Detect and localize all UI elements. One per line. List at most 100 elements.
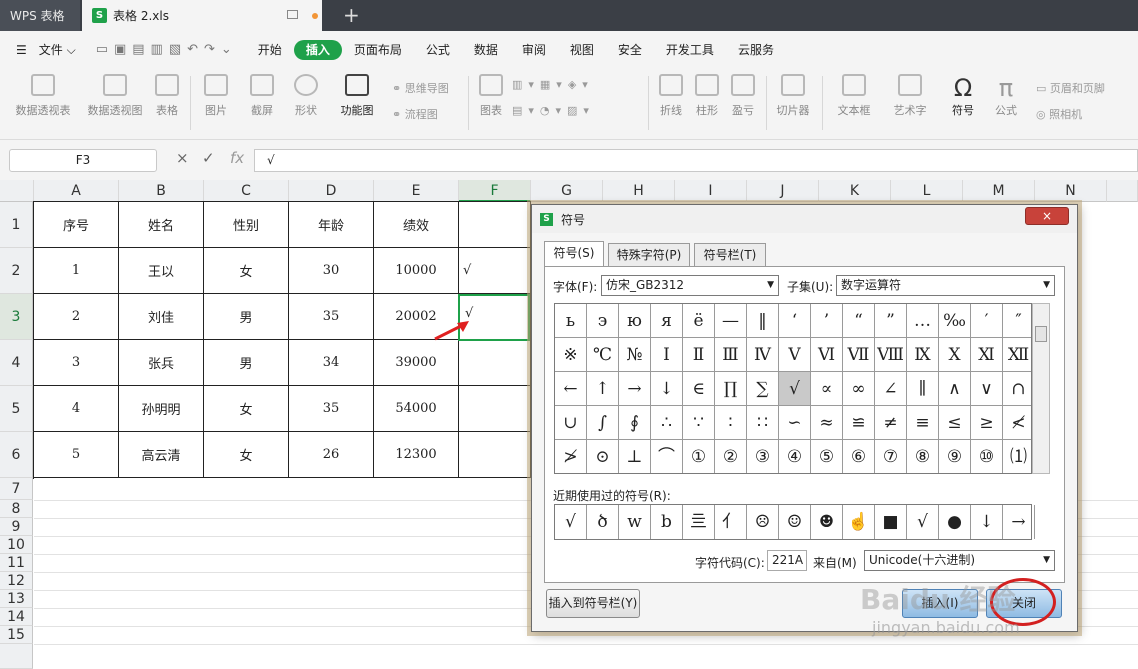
symbol-cell[interactable]: ④ bbox=[779, 440, 811, 473]
textbox-button[interactable]: 文本框 bbox=[830, 74, 878, 118]
table-cell[interactable]: 张兵 bbox=[119, 340, 204, 386]
symbol-cell[interactable]: ′ bbox=[971, 304, 1003, 338]
table-cell[interactable]: 男 bbox=[204, 294, 289, 340]
tab-wps-home[interactable]: WPS 表格 bbox=[0, 0, 80, 31]
table-cell[interactable]: 孙明明 bbox=[119, 386, 204, 432]
formula-button[interactable]: π 公式 bbox=[988, 74, 1024, 118]
recent-symbol-cell[interactable]: ☹ bbox=[747, 505, 779, 539]
column-header[interactable]: J bbox=[747, 180, 819, 202]
row-header[interactable]: 2 bbox=[0, 248, 33, 294]
pivot-chart-button[interactable]: 数据透视图 bbox=[82, 74, 148, 118]
symbol-cell[interactable]: Ⅺ bbox=[971, 338, 1003, 372]
select-all-corner[interactable] bbox=[0, 180, 34, 202]
table-cell[interactable]: 4 bbox=[34, 386, 119, 432]
symbol-cell[interactable]: → bbox=[619, 372, 651, 406]
symbol-cell[interactable]: ⑥ bbox=[843, 440, 875, 473]
hamburger-icon[interactable]: ☰ bbox=[0, 40, 39, 60]
symbol-cell[interactable]: ⑩ bbox=[971, 440, 1003, 473]
menu-page-layout[interactable]: 页面布局 bbox=[342, 40, 414, 60]
symbol-cell[interactable]: я bbox=[651, 304, 683, 338]
symbol-cell[interactable]: ③ bbox=[747, 440, 779, 473]
recent-symbol-cell[interactable]: ● bbox=[939, 505, 971, 539]
name-box[interactable]: F3 bbox=[9, 149, 157, 172]
table-cell[interactable]: 男 bbox=[204, 340, 289, 386]
symbol-cell[interactable]: ∶ bbox=[715, 406, 747, 440]
column-header[interactable]: B bbox=[119, 180, 204, 202]
recent-symbol-cell[interactable]: √ bbox=[555, 505, 587, 539]
column-header[interactable]: N bbox=[1035, 180, 1107, 202]
table-header-cell[interactable]: 性别 bbox=[204, 202, 289, 248]
symbol-cell[interactable]: Ⅻ bbox=[1003, 338, 1031, 372]
recent-symbol-cell[interactable]: b bbox=[651, 505, 683, 539]
symbol-cell[interactable]: ∧ bbox=[939, 372, 971, 406]
fx-icon[interactable]: fx bbox=[230, 149, 244, 167]
confirm-icon[interactable]: ✓ bbox=[202, 149, 215, 167]
table-cell[interactable] bbox=[459, 202, 531, 248]
symbol-cell[interactable]: ‰ bbox=[939, 304, 971, 338]
shape-button[interactable]: 形状 bbox=[288, 74, 324, 118]
tab-symbols[interactable]: 符号(S) bbox=[544, 241, 604, 267]
symbol-cell[interactable]: ≌ bbox=[843, 406, 875, 440]
symbol-cell[interactable]: Ⅰ bbox=[651, 338, 683, 372]
row-header[interactable]: 5 bbox=[0, 386, 33, 432]
recent-symbol-cell[interactable]: → bbox=[1003, 505, 1035, 539]
chart-type-icons-row2[interactable]: ▤▾◔▾▨▾ bbox=[512, 104, 595, 117]
symbol-cell[interactable]: ↓ bbox=[651, 372, 683, 406]
column-header[interactable]: M bbox=[963, 180, 1035, 202]
symbol-cell[interactable]: √ bbox=[779, 372, 811, 406]
symbol-cell[interactable]: ю bbox=[619, 304, 651, 338]
symbol-cell[interactable]: ⑨ bbox=[939, 440, 971, 473]
monitor-icon[interactable] bbox=[287, 10, 298, 19]
table-cell[interactable]: 3 bbox=[34, 340, 119, 386]
symbol-cell[interactable]: ≠ bbox=[875, 406, 907, 440]
symbol-cell[interactable]: ∞ bbox=[843, 372, 875, 406]
menu-review[interactable]: 审阅 bbox=[510, 40, 558, 60]
symbol-cell[interactable]: ∷ bbox=[747, 406, 779, 440]
row-header[interactable]: 1 bbox=[0, 202, 33, 248]
row-header[interactable]: 11 bbox=[0, 554, 33, 572]
symbol-cell[interactable]: ∵ bbox=[683, 406, 715, 440]
symbol-cell[interactable]: ∥ bbox=[907, 372, 939, 406]
recent-symbol-cell[interactable]: ↓ bbox=[971, 505, 1003, 539]
picture-button[interactable]: 图片 bbox=[198, 74, 234, 118]
sparkline-winloss-button[interactable]: 盈亏 bbox=[728, 74, 758, 118]
table-cell[interactable]: √ bbox=[459, 248, 531, 294]
symbol-cell[interactable]: Ⅱ bbox=[683, 338, 715, 372]
symbol-cell[interactable]: ∠ bbox=[875, 372, 907, 406]
symbol-cell[interactable]: ь bbox=[555, 304, 587, 338]
table-header-cell[interactable]: 姓名 bbox=[119, 202, 204, 248]
symbol-cell[interactable]: ⑦ bbox=[875, 440, 907, 473]
table-cell[interactable]: 1 bbox=[34, 248, 119, 294]
dialog-titlebar[interactable]: S 符号 bbox=[532, 205, 1077, 233]
symbol-cell[interactable]: ← bbox=[555, 372, 587, 406]
symbol-cell[interactable]: ⑤ bbox=[811, 440, 843, 473]
row-header[interactable]: 7 bbox=[0, 478, 33, 500]
menu-insert[interactable]: 插入 bbox=[293, 39, 342, 60]
column-header[interactable]: L bbox=[891, 180, 963, 202]
recent-symbol-cell[interactable]: 亻 bbox=[715, 505, 747, 539]
header-footer-button[interactable]: ▭ 页眉和页脚 bbox=[1036, 80, 1105, 96]
symbol-cell[interactable]: ≮ bbox=[1003, 406, 1031, 440]
symbol-button[interactable]: Ω 符号 bbox=[944, 74, 982, 118]
symbol-cell[interactable]: ∑ bbox=[747, 372, 779, 406]
tab-symbol-bar[interactable]: 符号栏(T) bbox=[694, 243, 766, 266]
symbol-cell[interactable]: — bbox=[715, 304, 747, 338]
sparkline-bar-button[interactable]: 柱形 bbox=[692, 74, 722, 118]
menu-dev-tools[interactable]: 开发工具 bbox=[654, 40, 726, 60]
symbol-cell[interactable]: Ⅷ bbox=[875, 338, 907, 372]
symbol-cell[interactable]: ∮ bbox=[619, 406, 651, 440]
symbol-cell[interactable]: Ⅸ bbox=[907, 338, 939, 372]
mindmap-button[interactable]: ⚭ 思维导图 bbox=[392, 80, 449, 96]
column-header[interactable]: F bbox=[459, 180, 531, 202]
row-header[interactable]: 15 bbox=[0, 626, 33, 644]
subset-select[interactable]: 数字运算符 ▼ bbox=[836, 275, 1055, 296]
new-tab-button[interactable]: + bbox=[343, 4, 360, 26]
symbol-cell[interactable]: ″ bbox=[1003, 304, 1031, 338]
symbol-cell[interactable]: ⑴ bbox=[1003, 440, 1031, 473]
symbol-cell[interactable]: ∏ bbox=[715, 372, 747, 406]
symbol-cell[interactable]: ё bbox=[683, 304, 715, 338]
symbol-cell[interactable]: ⊙ bbox=[587, 440, 619, 473]
menu-security[interactable]: 安全 bbox=[606, 40, 654, 60]
table-cell[interactable]: 2 bbox=[34, 294, 119, 340]
row-header[interactable]: 9 bbox=[0, 518, 33, 536]
